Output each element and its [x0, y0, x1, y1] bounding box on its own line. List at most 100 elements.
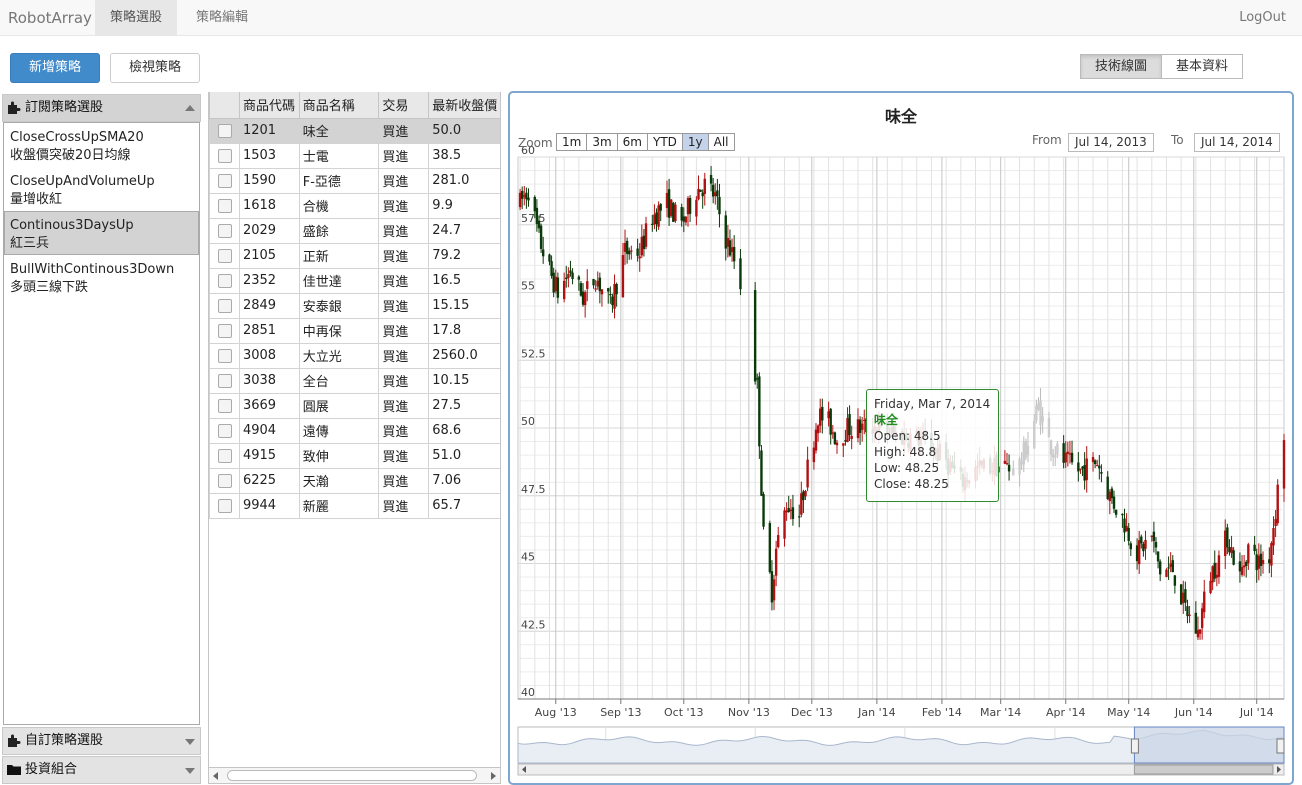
row-checkbox[interactable] [218, 273, 232, 288]
scroll-right-icon[interactable] [491, 772, 496, 780]
zoom-all-button[interactable]: All [707, 133, 735, 151]
row-checkbox[interactable] [218, 423, 232, 438]
fundamental-data-toggle[interactable]: 基本資料 [1162, 54, 1244, 79]
tooltip-close: Close: 48.25 [874, 477, 949, 491]
column-header-price[interactable]: 最新收盤價 [428, 92, 500, 119]
stock-code: 1590 [238, 167, 300, 194]
candle-body [1144, 539, 1147, 549]
candle-body [1127, 527, 1130, 541]
candle-body [833, 432, 837, 444]
table-row[interactable]: 1618 合機 買進 9.9 [209, 192, 500, 219]
x-tick-label: Nov '13 [728, 706, 770, 719]
candle-body [1196, 629, 1200, 638]
strategy-item-bull-with-continous-3-down[interactable]: BullWithContinous3Down 多頭三線下跌 [4, 255, 199, 299]
table-row[interactable]: 3669 圓展 買進 27.5 [209, 392, 500, 419]
x-tick-label: May '14 [1107, 706, 1150, 719]
view-strategy-button[interactable]: 檢視策略 [110, 53, 200, 83]
table-row[interactable]: 3038 全台 買進 10.15 [209, 367, 500, 394]
nav-tab-strategy-editing[interactable]: 策略編輯 [181, 0, 263, 36]
row-checkbox[interactable] [218, 373, 232, 388]
strategy-item-close-up-and-volume-up[interactable]: CloseUpAndVolumeUp 量增收紅 [4, 167, 199, 211]
row-checkbox[interactable] [218, 448, 232, 463]
strategy-code: Continous3DaysUp [10, 218, 134, 233]
table-row[interactable]: 3008 大立光 買進 2560.0 [209, 342, 500, 369]
latest-close-price: 16.5 [428, 267, 500, 294]
table-row[interactable]: 2029 盛餘 買進 24.7 [209, 217, 500, 244]
row-checkbox[interactable] [218, 348, 232, 363]
candle-body [856, 419, 860, 439]
strategy-item-continous-3-days-up[interactable]: Continous3DaysUp 紅三兵 [4, 211, 199, 255]
table-row[interactable]: 2105 正新 買進 79.2 [209, 242, 500, 269]
row-checkbox[interactable] [218, 148, 232, 163]
row-checkbox[interactable] [218, 198, 232, 213]
row-checkbox[interactable] [218, 473, 232, 488]
new-strategy-button[interactable]: 新增策略 [10, 53, 100, 83]
candle-body [728, 240, 732, 256]
nav-tab-strategy-screening[interactable]: 策略選股 [95, 0, 178, 36]
row-checkbox[interactable] [218, 298, 232, 313]
from-date-input[interactable]: Jul 14, 2013 [1068, 133, 1154, 152]
logout-link[interactable]: LogOut [1239, 0, 1286, 36]
candle-body [1066, 451, 1070, 454]
zoom-1m-button[interactable]: 1m [556, 133, 588, 151]
stock-code: 3669 [238, 392, 300, 419]
zoom-1y-button[interactable]: 1y [681, 133, 709, 151]
y-tick-label: 45 [521, 551, 535, 564]
puzzle-icon [8, 101, 21, 114]
stock-name: 安泰銀 [298, 292, 380, 319]
table-row[interactable]: 1590 F-亞德 買進 281.0 [209, 167, 500, 194]
table-row[interactable]: 1503 士電 買進 38.5 [209, 142, 500, 169]
candle-body [1255, 554, 1258, 571]
table-row[interactable]: 2352 佳世達 買進 16.5 [209, 267, 500, 294]
technical-chart-toggle[interactable]: 技術線圖 [1080, 54, 1163, 79]
table-row[interactable]: 2849 安泰銀 買進 15.15 [209, 292, 500, 319]
row-checkbox[interactable] [218, 498, 232, 513]
candle-body [714, 192, 717, 196]
expand-arrow-icon [185, 768, 195, 774]
scroll-left-icon[interactable] [213, 772, 218, 780]
table-row[interactable]: 4915 致伸 買進 51.0 [209, 442, 500, 469]
table-horizontal-scrollbar[interactable] [208, 767, 501, 784]
candle-body [709, 174, 713, 184]
candle-body [846, 418, 849, 443]
to-date-input[interactable]: Jul 14, 2014 [1194, 133, 1280, 152]
brand-logo[interactable]: RobotArray [8, 9, 92, 27]
portfolio-header[interactable]: 投資組合 [2, 756, 201, 784]
candle-body [758, 376, 761, 447]
row-select-cell [209, 317, 240, 344]
trade-action: 買進 [378, 392, 430, 419]
candle-body [686, 198, 690, 215]
trade-action: 買進 [378, 442, 430, 469]
zoom-3m-button[interactable]: 3m [586, 133, 618, 151]
table-row[interactable]: 9944 新麗 買進 65.7 [209, 492, 500, 519]
zoom-ytd-button[interactable]: YTD [646, 133, 683, 151]
column-header-code[interactable]: 商品代碼 [238, 92, 300, 119]
candle-body [1062, 443, 1065, 463]
column-header-name[interactable]: 商品名稱 [298, 92, 380, 119]
table-row[interactable]: 6225 天瀚 買進 7.06 [209, 467, 500, 494]
strategy-code: CloseUpAndVolumeUp [10, 174, 155, 189]
scrollbar-thumb[interactable] [227, 770, 477, 781]
row-checkbox[interactable] [218, 323, 232, 338]
candle-body [816, 425, 820, 434]
table-row[interactable]: 4904 遠傳 買進 68.6 [209, 417, 500, 444]
stock-table: 商品代碼 商品名稱 交易 最新收盤價 1201 味全 買進 50.0 1503 士電 買進 3… [209, 92, 500, 519]
latest-close-price: 24.7 [428, 217, 500, 244]
x-tick-label: Oct '13 [664, 706, 704, 719]
strategy-item-close-cross-up-sma20[interactable]: CloseCrossUpSMA20 收盤價突破20日均線 [4, 123, 199, 167]
column-header-trade[interactable]: 交易 [378, 92, 430, 119]
row-checkbox[interactable] [218, 173, 232, 188]
candle-body [785, 510, 788, 513]
table-row[interactable]: 1201 味全 買進 50.0 [209, 117, 500, 144]
stock-name: F-亞德 [298, 167, 380, 194]
row-checkbox[interactable] [218, 123, 232, 138]
table-row[interactable]: 2851 中再保 買進 17.8 [209, 317, 500, 344]
candle-body [579, 283, 583, 296]
stock-name: 致伸 [298, 442, 380, 469]
row-checkbox[interactable] [218, 223, 232, 238]
row-checkbox[interactable] [218, 398, 232, 413]
row-checkbox[interactable] [218, 248, 232, 263]
zoom-6m-button[interactable]: 6m [616, 133, 648, 151]
custom-strategies-header[interactable]: 自訂策略選股 [2, 727, 201, 755]
subscribed-strategies-header[interactable]: 訂閱策略選股 [2, 94, 201, 122]
